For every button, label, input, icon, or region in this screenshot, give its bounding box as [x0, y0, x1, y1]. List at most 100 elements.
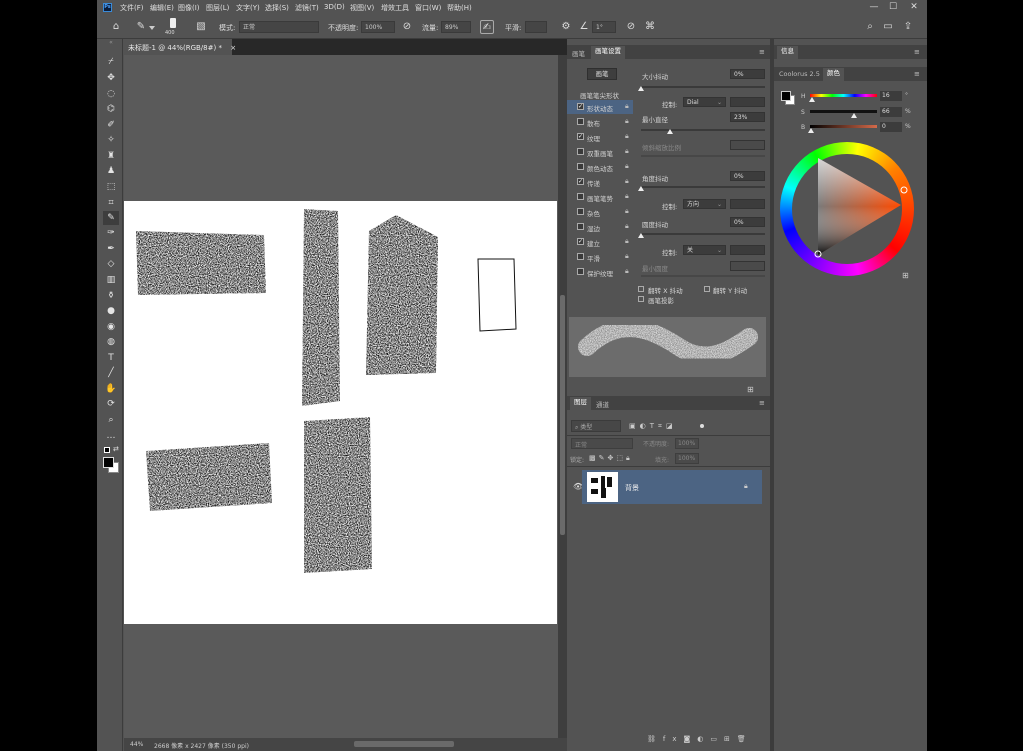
document-info[interactable]: 2668 像素 x 2427 像素 (350 ppi): [154, 741, 249, 750]
flow-field[interactable]: 89%: [441, 21, 471, 33]
eyedropper-tool-icon[interactable]: ⌿: [103, 55, 119, 69]
checkbox[interactable]: [577, 193, 584, 200]
size-jitter-slider[interactable]: [641, 86, 765, 88]
zoom-level[interactable]: 44%: [130, 741, 143, 748]
lock-icon[interactable]: 🔒︎: [625, 237, 629, 246]
lasso-tool-icon[interactable]: ◌: [103, 87, 119, 101]
option-wet-edges[interactable]: 湿边 🔒︎: [567, 220, 633, 234]
menu-select[interactable]: 选择(S): [265, 3, 289, 13]
trash-icon[interactable]: 🗑︎: [737, 735, 753, 743]
checkbox[interactable]: [577, 148, 584, 155]
workspace-icon[interactable]: ▭: [881, 20, 895, 34]
polygon-lasso-tool-icon[interactable]: ⌬: [103, 102, 119, 116]
opacity-field[interactable]: 100%: [361, 21, 395, 33]
home-icon[interactable]: ⌂: [109, 20, 123, 34]
rotate-view-tool-icon[interactable]: ⟳: [103, 397, 119, 411]
roundness-jitter-slider[interactable]: [641, 233, 765, 235]
layer-name[interactable]: 背景: [625, 483, 639, 493]
lock-icon[interactable]: 🔒︎: [625, 147, 629, 156]
lock-icon[interactable]: 🔒︎: [625, 177, 629, 186]
new-group-icon[interactable]: ▭: [710, 735, 724, 743]
brush-preset-dropdown-icon[interactable]: [149, 26, 155, 30]
tab-channels[interactable]: 通道: [596, 399, 609, 409]
symmetry-icon[interactable]: ⌘: [643, 20, 657, 34]
mixer-brush-tool-icon[interactable]: ✑: [103, 226, 119, 240]
option-smoothing[interactable]: 平滑 🔒︎: [567, 250, 633, 264]
layer-lock-icon[interactable]: 🔒︎: [744, 482, 748, 491]
option-brush-pose[interactable]: 画笔笔势 🔒︎: [567, 190, 633, 204]
marquee-tool-icon[interactable]: ⬚: [103, 180, 119, 194]
checkbox[interactable]: [577, 268, 584, 275]
panel-menu-icon[interactable]: ≡: [914, 48, 920, 56]
checkbox[interactable]: ✓: [577, 238, 584, 245]
lock-options-icons[interactable]: ▩✎✥⬚🔒︎: [589, 454, 633, 463]
type-tool-icon[interactable]: T: [103, 351, 119, 365]
tab-info[interactable]: 信息: [777, 46, 798, 59]
lock-icon[interactable]: 🔒︎: [625, 192, 629, 201]
brushes-button[interactable]: 画笔: [587, 68, 617, 80]
option-transfer[interactable]: ✓ 传递 🔒︎: [567, 175, 633, 189]
link-layers-icon[interactable]: ⛓: [647, 735, 663, 743]
brightness-slider[interactable]: [810, 125, 877, 128]
s-value-field[interactable]: 66: [880, 107, 902, 117]
quick-select-tool-icon[interactable]: ✐: [103, 118, 119, 132]
line-tool-icon[interactable]: ╱: [103, 366, 119, 380]
checkbox[interactable]: [577, 163, 584, 170]
filter-toggle-icon[interactable]: [700, 424, 704, 428]
blur-tool-icon[interactable]: ◉: [103, 320, 119, 334]
panel-menu-icon[interactable]: ≡: [759, 48, 765, 56]
control-select-1[interactable]: Dial ⌄: [683, 97, 726, 107]
h-value-field[interactable]: 16: [880, 91, 902, 101]
b-value-field[interactable]: 0: [880, 122, 902, 132]
lock-icon[interactable]: 🔒︎: [625, 132, 629, 141]
control-input-3[interactable]: [730, 245, 765, 255]
checkbox[interactable]: ✓: [577, 133, 584, 140]
hue-slider-knob[interactable]: [809, 97, 815, 102]
layer-filter-select[interactable]: ⌕ 类型: [571, 420, 621, 432]
lock-icon[interactable]: 🔒︎: [625, 252, 629, 261]
menu-file[interactable]: 文件(F): [120, 3, 144, 13]
gradient-tool-icon[interactable]: ▥: [103, 273, 119, 287]
new-brush-icon[interactable]: ⊞: [747, 385, 754, 394]
canvas[interactable]: [124, 201, 557, 624]
tab-layers[interactable]: 图层: [570, 397, 591, 410]
airbrush-icon[interactable]: ✍: [480, 20, 494, 34]
option-shape-dynamics[interactable]: ✓ 形状动态 🔒︎: [567, 100, 633, 114]
menu-layer[interactable]: 图层(L): [206, 3, 229, 13]
control-input-1[interactable]: [730, 97, 765, 107]
clone-stamp-tool-icon[interactable]: ♜: [103, 149, 119, 163]
angle-jitter-knob[interactable]: [638, 186, 644, 191]
collapse-tools-icon[interactable]: «: [103, 39, 119, 47]
share-icon[interactable]: ⇪: [901, 20, 915, 34]
crop-tool-icon[interactable]: ⌗: [103, 196, 119, 210]
hand-tool-icon[interactable]: ✋: [103, 382, 119, 396]
menu-plugins[interactable]: 增效工具: [381, 3, 409, 13]
size-jitter-field[interactable]: 0%: [730, 69, 765, 79]
magic-wand-tool-icon[interactable]: ✧: [103, 133, 119, 147]
menu-help[interactable]: 帮助(H): [447, 3, 472, 13]
document-tab[interactable]: 未标题-1 @ 44%(RGB/8#) * ×: [124, 39, 236, 55]
panel-menu-icon[interactable]: ≡: [914, 70, 920, 78]
brush-tip-shape-option[interactable]: 画笔笔尖形状: [580, 90, 619, 100]
brush-tool-icon[interactable]: ✎: [103, 211, 119, 225]
coolorus-fg-swatch[interactable]: [781, 91, 791, 101]
pressure-size-icon[interactable]: ⊘: [624, 20, 638, 34]
close-tab-icon[interactable]: ×: [230, 44, 236, 52]
size-jitter-knob[interactable]: [638, 86, 644, 91]
control-input-2[interactable]: [730, 199, 765, 209]
checkbox[interactable]: ✓: [577, 178, 584, 185]
move-tool-icon[interactable]: ✥: [103, 71, 119, 85]
saturation-slider-knob[interactable]: [851, 113, 857, 118]
liquify-tool-icon[interactable]: ◍: [103, 335, 119, 349]
brush-projection-checkbox[interactable]: [638, 296, 644, 302]
add-mask-icon[interactable]: ◙: [684, 735, 698, 743]
menu-window[interactable]: 窗口(W): [415, 3, 441, 13]
add-swatch-icon[interactable]: ⊞: [902, 271, 909, 280]
tab-coolorus[interactable]: Coolorus 2.5: [779, 70, 820, 78]
lock-icon[interactable]: 🔒︎: [625, 207, 629, 216]
lock-icon[interactable]: 🔒︎: [625, 117, 629, 126]
foreground-color-swatch[interactable]: [103, 457, 114, 468]
search-icon[interactable]: ⌕: [863, 20, 877, 34]
lock-icon[interactable]: 🔒︎: [625, 267, 629, 276]
control-select-3[interactable]: 关 ⌄: [683, 245, 726, 255]
